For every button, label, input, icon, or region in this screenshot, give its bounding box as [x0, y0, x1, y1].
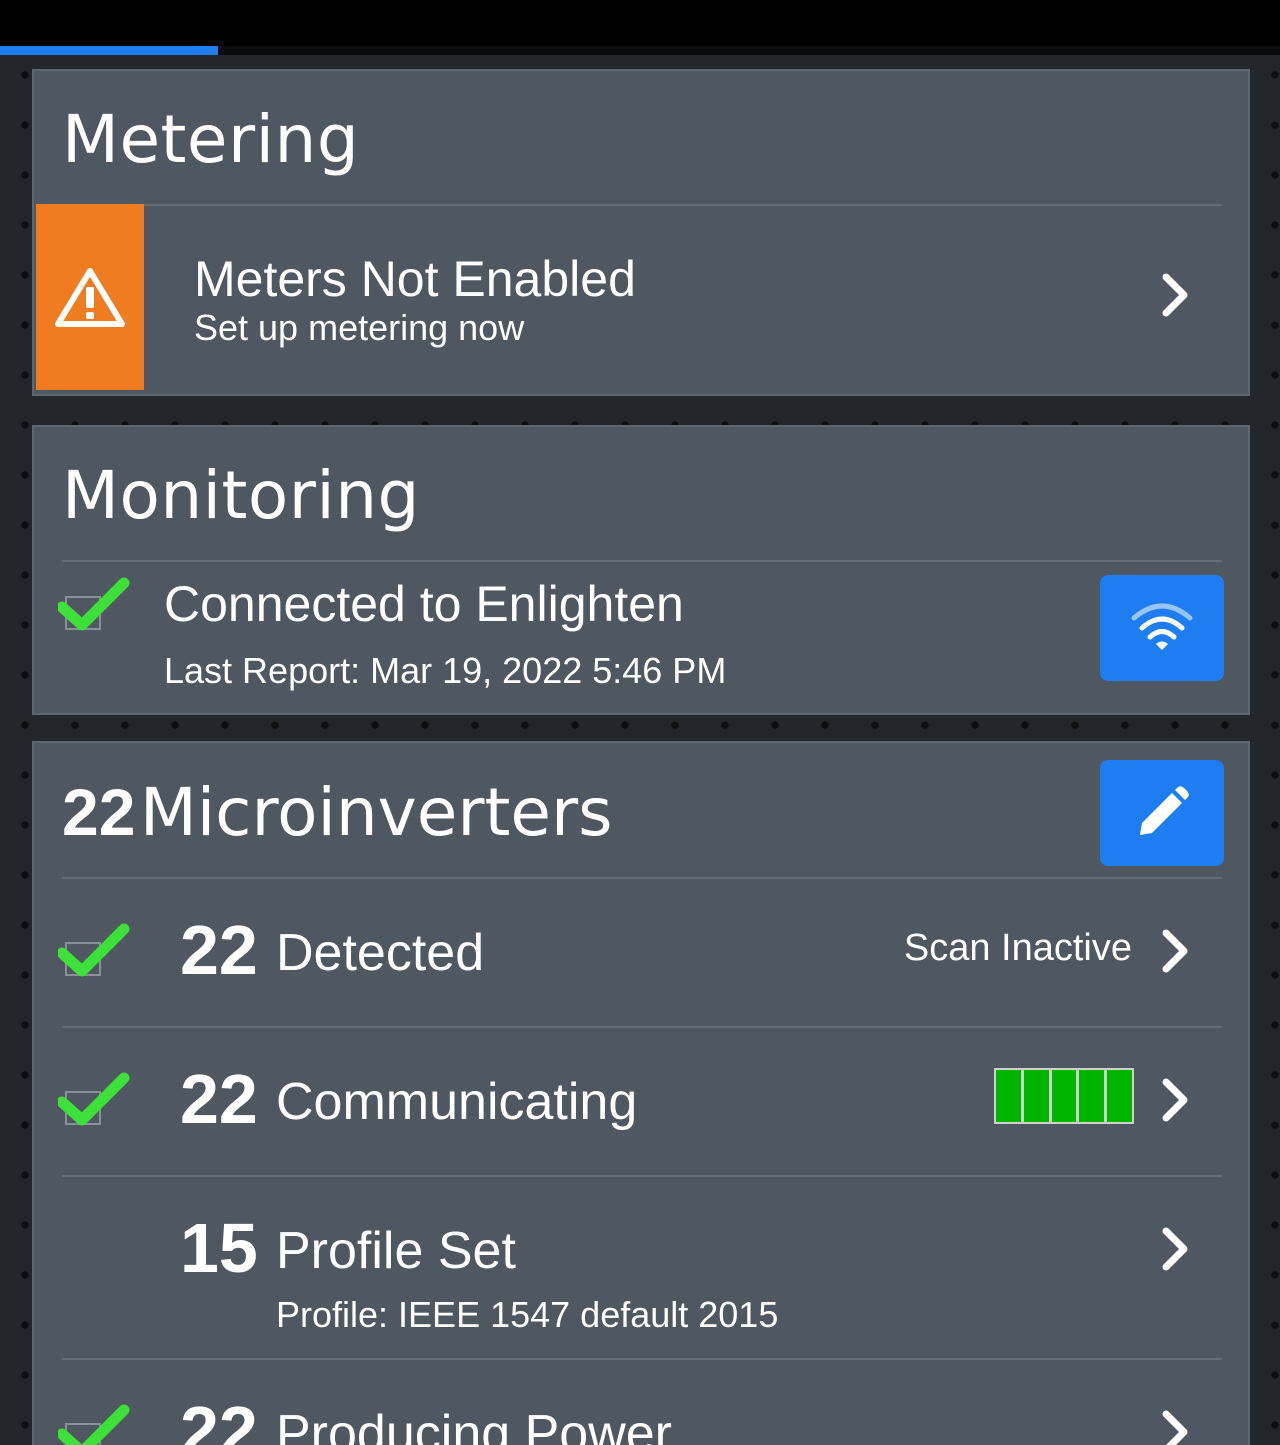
- signal-bar-segment: [1107, 1070, 1132, 1122]
- chevron-right-icon: [1162, 929, 1188, 973]
- profile-set-count: 15: [180, 1209, 258, 1287]
- check-icon: [58, 1404, 130, 1445]
- wifi-button[interactable]: [1100, 575, 1224, 681]
- check-icon: [58, 577, 130, 631]
- detected-row[interactable]: 22 Detected Scan Inactive: [34, 879, 1248, 1026]
- detected-label: Detected: [276, 924, 485, 982]
- chevron-right-icon: [1162, 1410, 1188, 1445]
- wifi-icon: [1131, 603, 1193, 650]
- signal-bar-segment: [1051, 1070, 1080, 1122]
- scan-status: Scan Inactive: [903, 927, 1132, 969]
- profile-set-label: Profile Set: [276, 1222, 516, 1280]
- communicating-label: Communicating: [276, 1073, 638, 1131]
- producing-power-row[interactable]: 22 Producing Power: [34, 1360, 1248, 1445]
- producing-power-label: Producing Power: [276, 1405, 672, 1445]
- monitoring-divider: [62, 560, 1222, 562]
- profile-detail: Profile: IEEE 1547 default 2015: [276, 1294, 779, 1335]
- check-icon: [58, 923, 130, 977]
- chevron-right-icon: [1162, 273, 1188, 317]
- microinverters-title: Microinverters: [139, 774, 613, 851]
- signal-bar-segment: [1079, 1070, 1108, 1122]
- microinverters-card: 22 Microinverters 22 Detected Scan Inact…: [32, 741, 1250, 1445]
- signal-strength-bars: [994, 1068, 1134, 1124]
- chevron-right-icon: [1162, 1227, 1188, 1271]
- last-report-text: Last Report: Mar 19, 2022 5:46 PM: [164, 650, 727, 691]
- profile-set-row[interactable]: 15 Profile Set Profile: IEEE 1547 defaul…: [34, 1177, 1248, 1359]
- detected-count: 22: [180, 911, 258, 989]
- warning-badge: [36, 204, 144, 390]
- communicating-count: 22: [180, 1060, 258, 1138]
- meters-alert-subtitle: Set up metering now: [194, 307, 525, 348]
- chevron-right-icon: [1162, 1078, 1188, 1122]
- producing-power-count: 22: [180, 1392, 258, 1445]
- status-bar: [0, 0, 1280, 46]
- signal-bar-segment: [1023, 1070, 1052, 1122]
- warning-triangle-icon: [55, 268, 125, 327]
- loading-progress-bar: [0, 46, 1280, 55]
- edit-button[interactable]: [1100, 760, 1224, 866]
- pencil-icon: [1140, 786, 1189, 835]
- metering-title: Metering: [62, 101, 360, 178]
- microinverters-count: 22: [62, 775, 136, 849]
- meters-not-enabled-row[interactable]: Meters Not Enabled Set up metering now: [34, 204, 1248, 390]
- meters-alert-title: Meters Not Enabled: [194, 251, 636, 307]
- microinverters-header: 22 Microinverters: [62, 779, 612, 846]
- metering-card: Metering Meters Not Enabled Set up meter…: [32, 69, 1250, 396]
- monitoring-title: Monitoring: [62, 457, 420, 534]
- loading-progress-fill: [0, 46, 218, 55]
- check-icon: [58, 1072, 130, 1126]
- monitoring-card: Monitoring Connected to Enlighten Last R…: [32, 425, 1250, 715]
- signal-bar-segment: [996, 1070, 1024, 1122]
- connection-title: Connected to Enlighten: [164, 576, 684, 632]
